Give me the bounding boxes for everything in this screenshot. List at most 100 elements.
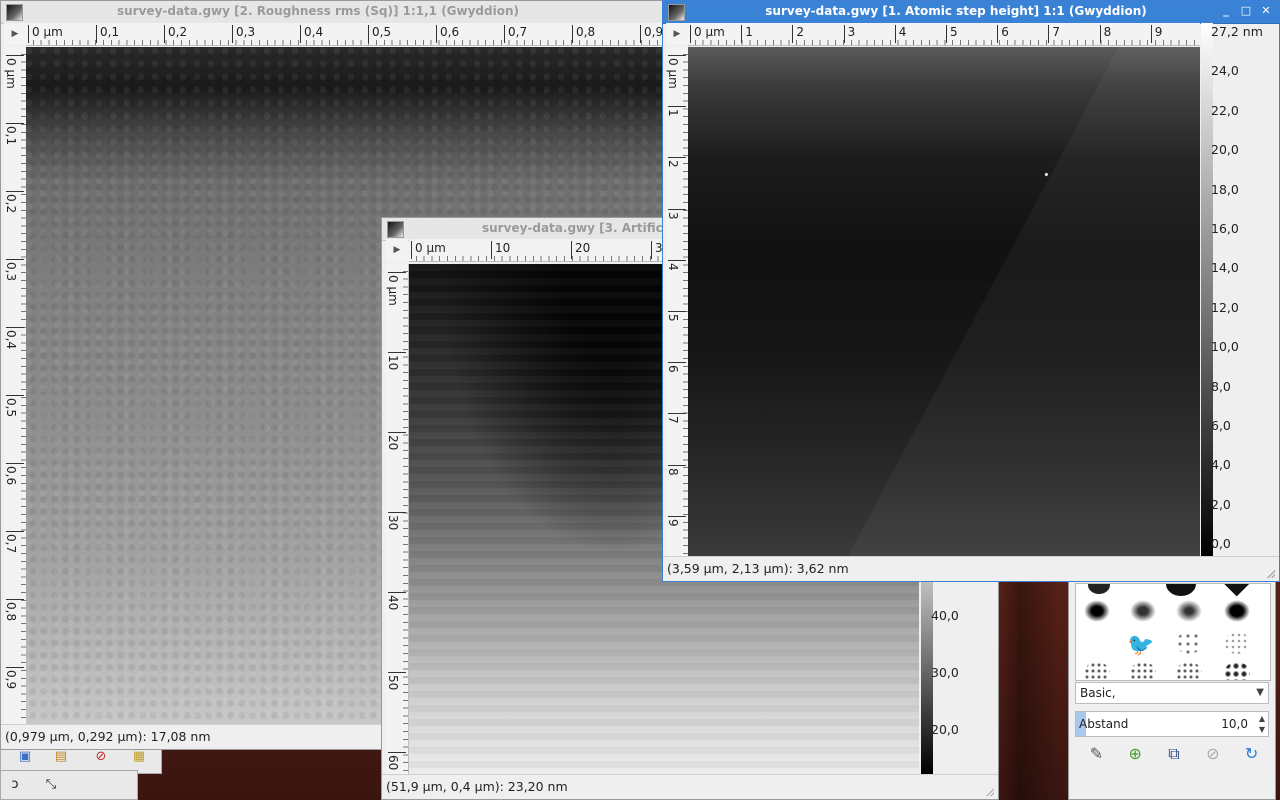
ruler-tick: 6	[666, 362, 686, 373]
ruler-tick: 4	[666, 259, 686, 270]
brush-item[interactable]	[1222, 584, 1250, 597]
ruler-tick: 0,3	[4, 259, 24, 281]
document-icon[interactable]: ▤	[53, 749, 69, 765]
ruler-tick-label: 0,8	[4, 602, 18, 622]
ruler-corner[interactable]: ▶	[666, 23, 688, 45]
spin-arrows-icon[interactable]: ▲ ▼	[1259, 713, 1265, 735]
brush-preset-select[interactable]: Basic, ▼	[1075, 682, 1269, 704]
ruler-tick-label: 0,1	[4, 126, 18, 146]
roughness-title: survey-data.gwy [2. Roughness rms (Sq)] …	[117, 4, 519, 18]
ruler-tick-label: 6	[666, 365, 680, 373]
edit-brush-icon[interactable]: ✎	[1085, 743, 1107, 765]
resize-grip[interactable]	[1265, 568, 1275, 578]
curve-icon[interactable]: ↄ	[7, 777, 23, 793]
ruler-tick: 7	[666, 413, 686, 424]
ruler-tick-label: 3	[843, 25, 855, 43]
ruler-tick-label: 8	[666, 467, 680, 476]
colorbar-label: 27,2 nm	[1211, 24, 1263, 39]
ruler-tick-label: 4	[894, 25, 906, 43]
maximize-icon[interactable]: □	[1239, 4, 1253, 18]
layer-icon[interactable]: ▣	[17, 749, 33, 765]
ruler-tick: 5	[666, 311, 686, 322]
ruler-tick: 1	[666, 106, 686, 117]
resize-grip[interactable]	[984, 786, 994, 796]
brush-item[interactable]	[1084, 600, 1110, 622]
ruler-tick-label: 2	[792, 25, 804, 43]
ruler-tick-label: 10	[386, 355, 400, 371]
brush-item[interactable]	[1088, 584, 1110, 594]
ruler-tick: 0,4	[4, 327, 24, 349]
brush-item[interactable]	[1176, 600, 1202, 622]
ruler-tick: 0,2	[4, 191, 24, 213]
new-brush-icon[interactable]: ⊕	[1124, 743, 1146, 765]
colorbar-label: 22,0	[1211, 102, 1239, 118]
colorbar-label: 20,0	[1211, 142, 1239, 158]
brush-item[interactable]	[1084, 662, 1110, 680]
ruler-corner[interactable]: ▶	[386, 239, 408, 261]
delete-brush-icon[interactable]: ⊘	[1202, 743, 1224, 765]
ruler-tick-label: 0,2	[4, 194, 18, 214]
brush-item[interactable]	[1130, 600, 1156, 622]
ruler-tick: 0,7	[4, 531, 24, 553]
ruler-tick-label: 60	[386, 755, 400, 771]
brush-item[interactable]	[1130, 662, 1156, 680]
colorbar-label: 30,0	[931, 665, 959, 680]
ruler-tick-label: 10	[491, 241, 510, 259]
ruler-tick: 0 µm	[4, 55, 24, 89]
bird-brush-icon[interactable]: 🐦	[1126, 632, 1156, 660]
brush-item[interactable]	[1224, 600, 1250, 622]
spacing-label: Abstand	[1079, 717, 1129, 731]
colorbar-label: 4,0	[1211, 457, 1231, 473]
brush-item[interactable]	[1224, 662, 1250, 680]
brush-item[interactable]	[1176, 632, 1202, 654]
ruler-tick: 2	[666, 157, 686, 168]
atomic-horizontal-ruler: 0 µm 1 2 3 4 5 6 7 8 9	[688, 23, 1200, 46]
ruler-tick: 0 µm	[386, 272, 406, 306]
ruler-tick-label: 6	[997, 25, 1009, 43]
ruler-tick-label: 40	[386, 595, 400, 611]
roughness-titlebar[interactable]: survey-data.gwy [2. Roughness rms (Sq)] …	[1, 1, 665, 24]
ruler-corner[interactable]: ▶	[4, 23, 26, 45]
ruler-tick: 0,9	[4, 667, 24, 689]
gwyddion-window-icon	[6, 4, 23, 21]
minimize-icon[interactable]: _	[1219, 4, 1233, 18]
brush-item[interactable]	[1224, 632, 1250, 654]
colorbar-label: 12,0	[1211, 299, 1239, 315]
transform-icon[interactable]: ⤡	[43, 777, 59, 793]
ruler-tick-label: 2	[666, 160, 680, 169]
colorbar-label: 14,0	[1211, 260, 1239, 276]
colorbar-label: 18,0	[1211, 181, 1239, 197]
atomic-titlebar[interactable]: survey-data.gwy [1. Atomic step height] …	[663, 1, 1279, 24]
ruler-tick-label: 0,7	[504, 25, 527, 43]
ruler-tick: 0,5	[4, 395, 24, 417]
ruler-tick-label: 0,8	[572, 25, 595, 43]
ruler-tick-label: 30	[386, 515, 400, 531]
colorbar-label: 20,0	[931, 722, 959, 737]
ruler-tick-label: 0,1	[96, 25, 119, 43]
refresh-icon[interactable]: ↻	[1241, 743, 1263, 765]
atomic-vertical-ruler: 0 µm 1 2 3 4 5 6 7 8 9	[666, 47, 689, 557]
duplicate-brush-icon[interactable]: ⧉	[1163, 743, 1185, 765]
ruler-tick-label: 0 µm	[4, 58, 18, 89]
colorbar-label: 10,0	[1211, 339, 1239, 355]
atomic-image[interactable]	[688, 47, 1200, 557]
palette-icon[interactable]: ▦	[131, 749, 147, 765]
brush-item[interactable]	[1176, 662, 1202, 680]
brush-item[interactable]	[1166, 584, 1196, 596]
ruler-tick-label: 0,3	[232, 25, 255, 43]
spacing-spinner[interactable]: Abstand 10,0 ▲ ▼	[1075, 711, 1269, 737]
ruler-tick-label: 7	[1048, 25, 1060, 43]
atomic-status: (3,59 µm, 2,13 µm): 3,62 nm	[663, 556, 1279, 581]
ruler-tick-label: 5	[946, 25, 958, 43]
ruler-tick: 0,8	[4, 599, 24, 621]
forbidden-icon[interactable]: ⊘	[93, 749, 109, 765]
close-icon[interactable]: ✕	[1259, 4, 1273, 18]
atomic-window[interactable]: survey-data.gwy [1. Atomic step height] …	[662, 0, 1280, 582]
ruler-tick-label: 20	[571, 241, 590, 259]
ruler-tick-label: 1	[666, 109, 680, 117]
ruler-tick: 0,1	[4, 123, 24, 145]
colorbar-label: 6,0	[1211, 418, 1231, 433]
ruler-tick-label: 0,3	[4, 262, 18, 282]
colorbar-label: 2,0	[1211, 496, 1231, 512]
artificial-status: (51,9 µm, 0,4 µm): 23,20 nm	[382, 774, 998, 799]
